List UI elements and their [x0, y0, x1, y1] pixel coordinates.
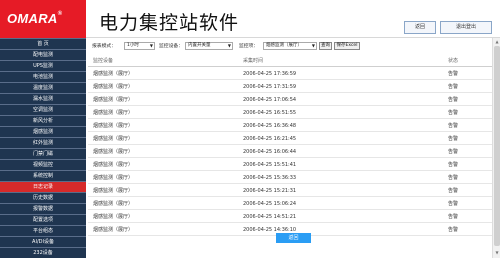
query-button[interactable]: 查询 — [319, 42, 332, 50]
sidebar-item[interactable]: 报警数据 — [0, 204, 86, 214]
device-select[interactable]: 内置开关量 ▼ — [185, 42, 233, 50]
table-row: 烟感监测（展厅） 2006-04-25 16:21:45 告警 — [88, 134, 492, 145]
table-cell: 2006-04-25 15:21:31 — [243, 188, 297, 194]
sidebar-item[interactable]: 系统控制 — [0, 171, 86, 181]
table-cell: 烟感监测（展厅） — [93, 201, 134, 207]
table-cell: 告警 — [448, 175, 459, 181]
export-excel-button[interactable]: 保存Excel — [334, 42, 360, 50]
table-cell: 2006-04-25 16:21:45 — [243, 136, 297, 142]
table-row: 烟感监测（展厅） 2006-04-25 17:06:54 告警 — [88, 95, 492, 106]
table-header: 监控设备 采集时间 状态 — [88, 56, 492, 67]
table-row: 烟感监测（展厅） 2006-04-25 15:21:31 告警 — [88, 186, 492, 197]
sidebar-item[interactable]: 红外监测 — [0, 138, 86, 148]
table-cell: 告警 — [448, 214, 459, 220]
table-cell: 2006-04-25 17:06:54 — [243, 97, 297, 103]
filter-toolbar: 报表模式： 1小时 ▼ 监控设备： 内置开关量 ▼ 监控项： 烟感监测（展厅） ▼ 查… — [88, 38, 500, 52]
table-cell: 烟感监测（展厅） — [93, 162, 134, 168]
scrollbar-thumb[interactable] — [494, 46, 500, 246]
table-cell: 烟感监测（展厅） — [93, 110, 134, 116]
table-row: 烟感监测（展厅） 2006-04-25 15:06:24 告警 — [88, 199, 492, 210]
chevron-down-icon: ▼ — [227, 43, 231, 48]
table-row: 烟感监测（展厅） 2006-04-25 14:51:21 告警 — [88, 212, 492, 223]
table-cell: 烟感监测（展厅） — [93, 214, 134, 220]
scroll-down-icon[interactable]: ▼ — [494, 250, 500, 256]
table-row: 烟感监测（展厅） 2006-04-25 16:51:55 告警 — [88, 108, 492, 119]
sidebar-item[interactable]: 配置选项 — [0, 215, 86, 225]
table-row: 烟感监测（展厅） 2006-04-25 17:31:59 告警 — [88, 82, 492, 93]
device-label: 监控设备： — [159, 44, 183, 49]
table-cell: 告警 — [448, 71, 459, 77]
table-cell: 告警 — [448, 149, 459, 155]
table-cell: 告警 — [448, 188, 459, 194]
logo: OMARA® — [0, 0, 86, 38]
mode-label: 报表模式： — [92, 44, 116, 49]
column-header: 采集时间 — [243, 58, 264, 64]
table-cell: 2006-04-25 17:36:59 — [243, 71, 297, 77]
chevron-down-icon: ▼ — [311, 43, 315, 48]
sidebar: 首 页配电监测 UPS监测 电池监测 温度监测 漏水监测 空调监测 新风分析 烟感监测 红外监测… — [0, 38, 86, 258]
sidebar-item[interactable]: 232设备 — [0, 248, 86, 258]
table-cell: 2006-04-25 15:51:41 — [243, 162, 297, 168]
mode-select[interactable]: 1小时 ▼ — [124, 42, 155, 50]
logo-text: OMARA® — [7, 11, 63, 26]
table-cell: 告警 — [448, 201, 459, 207]
column-header: 监控设备 — [93, 58, 114, 64]
app-header: OMARA® 电力集控站软件 返回 退出登出 — [0, 0, 500, 38]
table-cell: 烟感监测（展厅） — [93, 71, 134, 77]
sidebar-item[interactable]: 配电监测 — [0, 50, 86, 60]
table-cell: 烟感监测（展厅） — [93, 136, 134, 142]
table-cell: 2006-04-25 16:06:44 — [243, 149, 297, 155]
table-cell: 烟感监测（展厅） — [93, 97, 134, 103]
sidebar-item[interactable]: 历史数据 — [0, 193, 86, 203]
back-button[interactable]: 返回 — [404, 21, 436, 34]
sidebar-item[interactable]: 平台组态 — [0, 226, 86, 236]
table-cell: 2006-04-25 16:36:48 — [243, 123, 297, 129]
table-row: 烟感监测（展厅） 2006-04-25 15:51:41 告警 — [88, 160, 492, 171]
sidebar-item[interactable]: AI/DI设备 — [0, 237, 86, 247]
table-row: 烟感监测（展厅） 2006-04-25 16:36:48 告警 — [88, 121, 492, 132]
table-row: 烟感监测（展厅） 2006-04-25 16:06:44 告警 — [88, 147, 492, 158]
table-cell: 2006-04-25 15:36:33 — [243, 175, 297, 181]
sidebar-item[interactable]: 视频监控 — [0, 160, 86, 170]
sidebar-item[interactable]: 新风分析 — [0, 116, 86, 126]
table-cell: 告警 — [448, 123, 459, 129]
table-cell: 告警 — [448, 136, 459, 142]
sidebar-item[interactable]: 温度监测 — [0, 83, 86, 93]
sidebar-item[interactable]: 烟感监测 — [0, 127, 86, 137]
table-cell: 告警 — [448, 110, 459, 116]
scroll-up-icon[interactable]: ▲ — [494, 39, 500, 45]
table-cell: 告警 — [448, 84, 459, 90]
table-cell: 2006-04-25 15:06:24 — [243, 201, 297, 207]
table-cell: 2006-04-25 17:31:59 — [243, 84, 297, 90]
table-cell: 烟感监测（展厅） — [93, 84, 134, 90]
sidebar-item[interactable]: 门禁门磁 — [0, 149, 86, 159]
column-header: 状态 — [448, 58, 459, 64]
table-row: 烟感监测（展厅） 2006-04-25 15:36:33 告警 — [88, 173, 492, 184]
table-cell: 烟感监测（展厅） — [93, 188, 134, 194]
sidebar-item[interactable]: 电池监测 — [0, 72, 86, 82]
scrollbar[interactable]: ▲ ▼ — [492, 38, 500, 258]
sidebar-item[interactable]: UPS监测 — [0, 61, 86, 71]
sidebar-item[interactable]: 空调监测 — [0, 105, 86, 115]
sidebar-item[interactable]: 漏水监测 — [0, 94, 86, 104]
table-cell: 告警 — [448, 97, 459, 103]
table-cell: 2006-04-25 16:51:55 — [243, 110, 297, 116]
main-content: 报表模式： 1小时 ▼ 监控设备： 内置开关量 ▼ 监控项： 烟感监测（展厅） ▼ 查… — [88, 38, 500, 258]
table-cell: 告警 — [448, 162, 459, 168]
logout-button[interactable]: 退出登出 — [440, 21, 492, 34]
table-cell: 告警 — [448, 227, 459, 233]
chevron-down-icon: ▼ — [149, 43, 153, 48]
table-row: 烟感监测（展厅） 2006-04-25 17:36:59 告警 — [88, 69, 492, 80]
group-label: 监控项： — [239, 44, 259, 49]
group-select[interactable]: 烟感监测（展厅） ▼ — [263, 42, 317, 50]
sidebar-item[interactable]: 日志记录 — [0, 182, 86, 192]
sidebar-item[interactable]: 首 页 — [0, 39, 86, 49]
table-cell: 2006-04-25 14:51:21 — [243, 214, 297, 220]
page-title: 电力集控站软件 — [99, 12, 240, 34]
table-cell: 烟感监测（展厅） — [93, 123, 134, 129]
table-cell: 烟感监测（展厅） — [93, 175, 134, 181]
return-button[interactable]: 返回 — [276, 233, 311, 243]
table-cell: 烟感监测（展厅） — [93, 149, 134, 155]
table-cell: 烟感监测（展厅） — [93, 227, 134, 233]
